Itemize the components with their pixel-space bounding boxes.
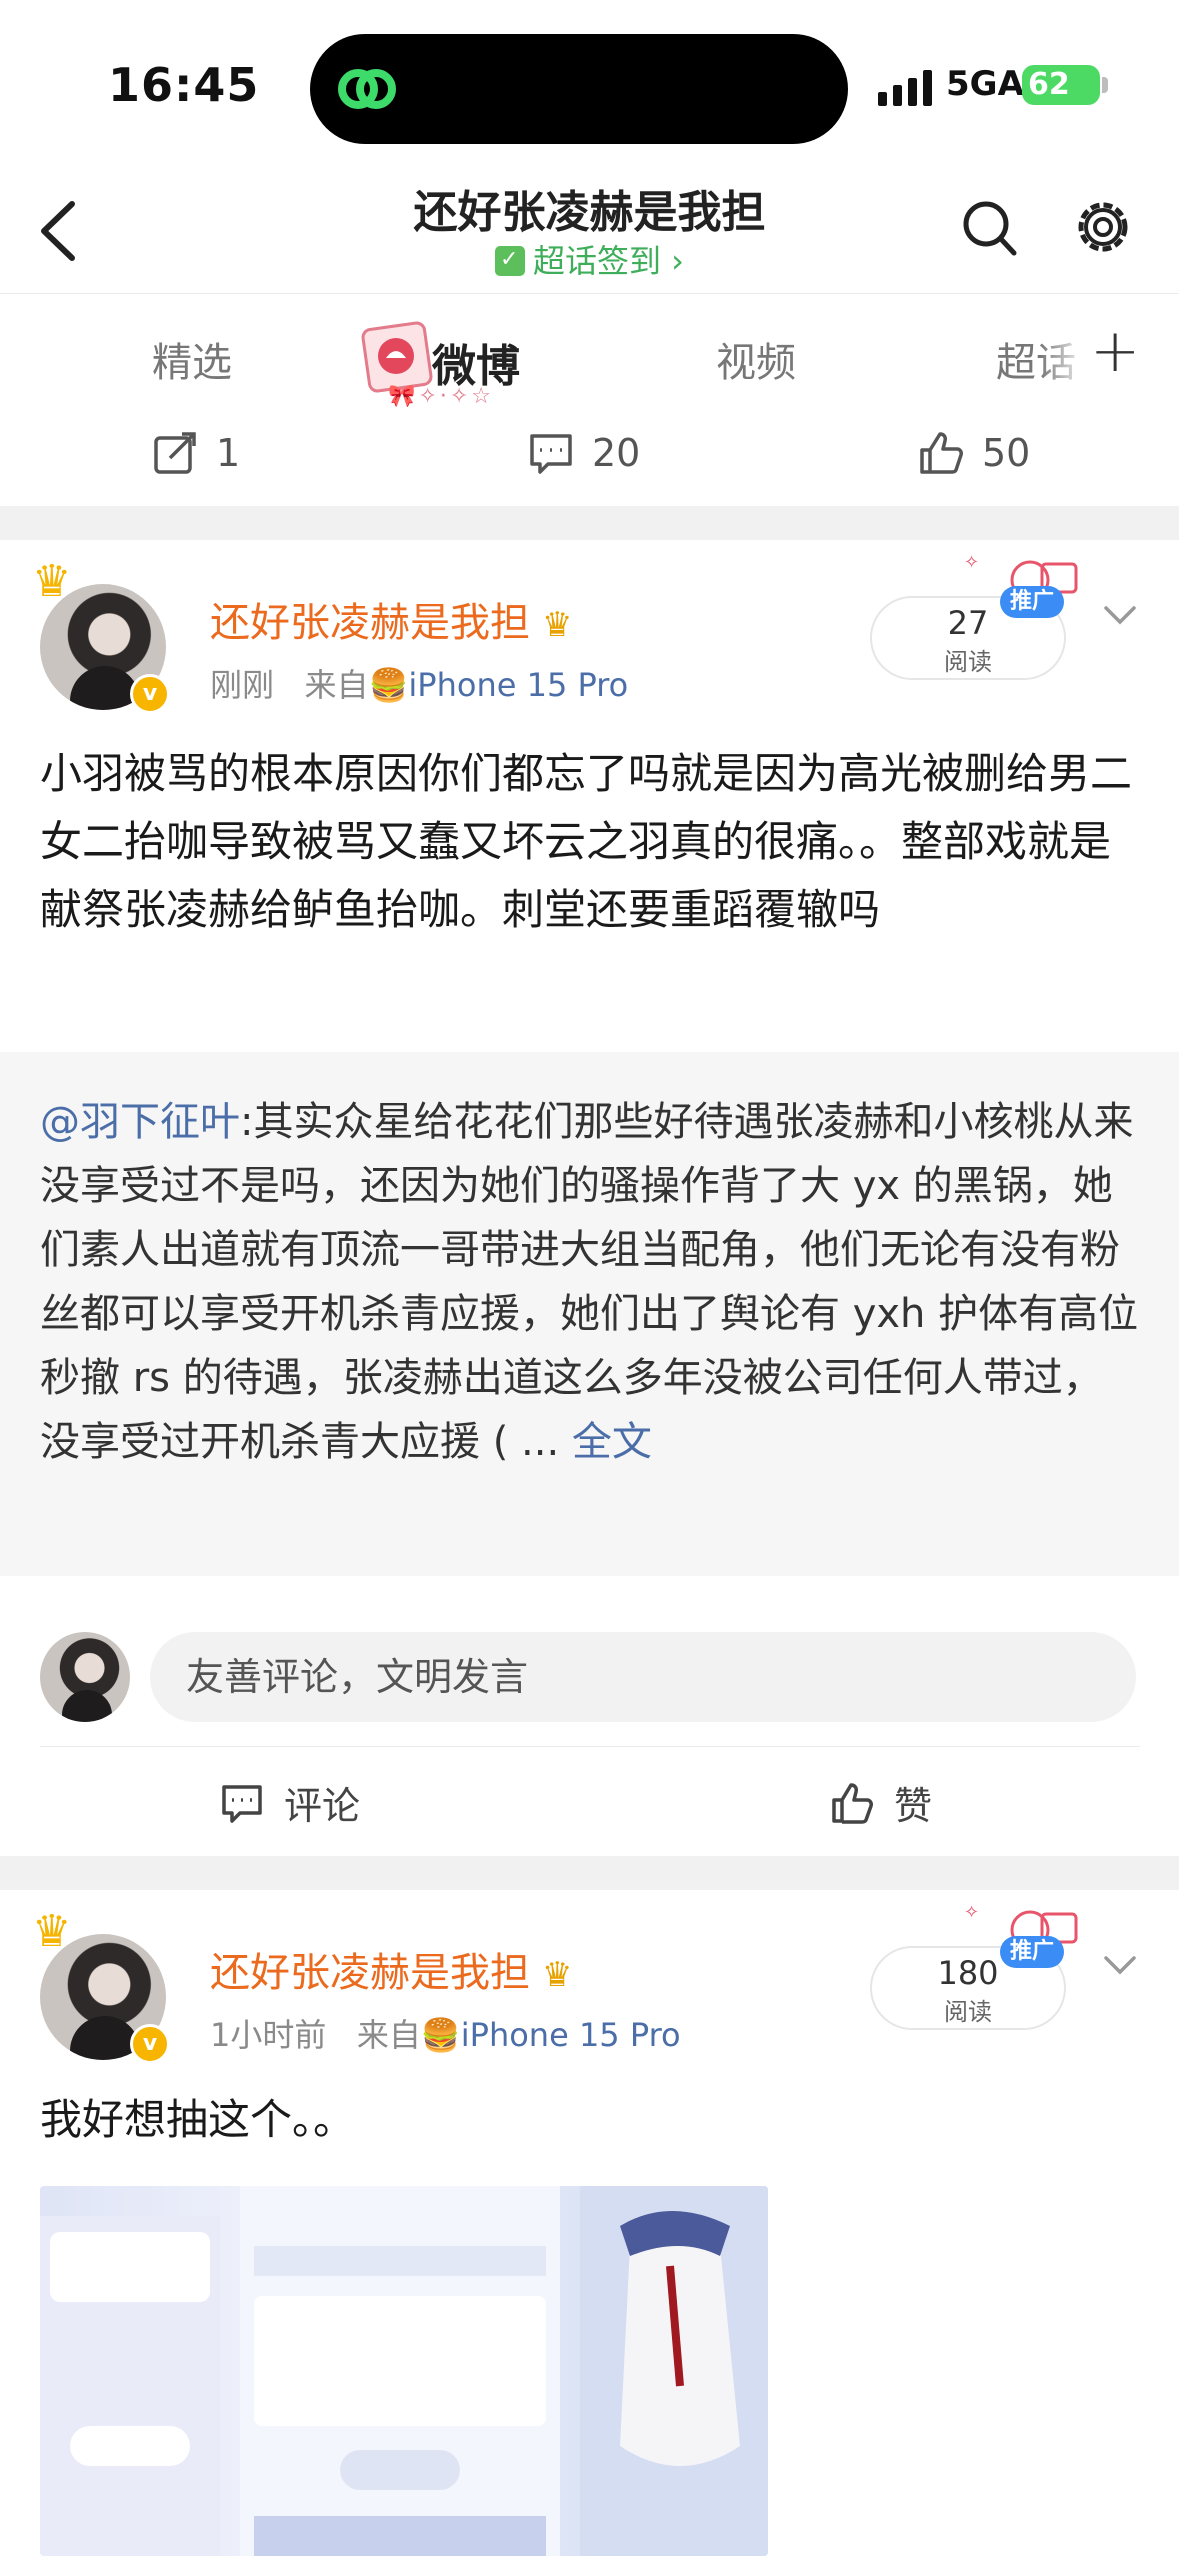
comment-label: 评论 xyxy=(284,1784,361,1828)
tab-featured[interactable]: 精选 xyxy=(152,330,232,388)
post-bottom-actions: 评论 赞 xyxy=(40,1746,1140,1852)
comment-icon xyxy=(530,434,572,474)
section-divider xyxy=(0,506,1179,540)
post-card: ♛ v 还好张凌赫是我担 ♛ 1小时前 来自🍔iPhone 15 Pro ✧ 18… xyxy=(0,1890,1179,2556)
comment-icon xyxy=(222,1784,262,1823)
reposted-text: @羽下征叶:其实众星给花花们那些好待遇张凌赫和小核桃从来没享受过不是吗，还因为她… xyxy=(40,1090,1140,1474)
svg-text:✧: ✧ xyxy=(964,552,979,573)
like-label: 赞 xyxy=(894,1784,933,1828)
post-image-content xyxy=(40,2186,768,2556)
like-count: 50 xyxy=(982,431,1031,475)
verified-badge-icon: v xyxy=(130,674,170,714)
battery-tip xyxy=(1102,77,1108,93)
author-name[interactable]: 还好张凌赫是我担 ♛ xyxy=(210,1940,572,1998)
top-nav-bar: 还好张凌赫是我担 超话签到 › xyxy=(0,170,1179,294)
read-label: 阅读 xyxy=(944,1998,992,2026)
crown-medal-icon: ♛ xyxy=(542,1955,573,1995)
burger-icon: 🍔 xyxy=(420,2016,461,2054)
battery-level: 62 xyxy=(1028,67,1070,102)
author-name[interactable]: 还好张凌赫是我担 ♛ xyxy=(210,590,572,648)
device-name: iPhone 15 Pro xyxy=(460,2016,681,2054)
quick-comment-row: 友善评论，文明发言 xyxy=(0,1614,1179,1734)
dynamic-island xyxy=(310,34,848,144)
mention-link[interactable]: @羽下征叶 xyxy=(40,1099,240,1145)
sparkle-decoration-icon: 🎀✧·✧☆ xyxy=(388,384,494,409)
calendar-check-icon xyxy=(495,246,525,276)
add-tab-icon[interactable]: + xyxy=(1090,316,1140,386)
signal-icon xyxy=(878,70,932,106)
signin-label: 超话签到 › xyxy=(533,242,684,280)
my-avatar xyxy=(40,1632,130,1722)
repost-count: 1 xyxy=(216,431,241,475)
comment-input[interactable]: 友善评论，文明发言 xyxy=(150,1632,1136,1722)
prev-post-action-bar: 1 20 50 xyxy=(0,424,1179,504)
promo-badge[interactable]: 推广 xyxy=(1000,1936,1064,1968)
crown-icon: ♛ xyxy=(32,1906,72,1957)
status-time: 16:45 xyxy=(108,58,260,112)
section-divider xyxy=(0,1856,1179,1890)
like-button[interactable]: 50 xyxy=(918,430,1030,476)
tab-bar: 精选 微博 🎀✧·✧☆ 视频 超话 + xyxy=(0,294,1179,424)
chevron-down-icon[interactable] xyxy=(1100,600,1140,630)
post-meta: 1小时前 来自🍔iPhone 15 Pro xyxy=(210,2010,681,2056)
read-full-link[interactable]: 全文 xyxy=(572,1419,652,1465)
author-name-text: 还好张凌赫是我担 xyxy=(210,600,530,646)
battery-icon: 62 xyxy=(1022,65,1100,105)
like-button[interactable]: 赞 xyxy=(830,1775,932,1830)
post-time: 刚刚 xyxy=(210,666,275,704)
thumbs-up-icon xyxy=(832,1782,873,1824)
comment-button[interactable]: 评论 xyxy=(220,1775,360,1830)
post-text[interactable]: 小羽被骂的根本原因你们都忘了吗就是因为高光被删给男二女二抬咖导致被骂又蠢又坏云之… xyxy=(40,740,1140,944)
repost-icon xyxy=(154,432,196,474)
author-avatar[interactable]: ♛ v xyxy=(32,556,170,714)
device-name: iPhone 15 Pro xyxy=(408,666,629,704)
post-meta: 刚刚 来自🍔iPhone 15 Pro xyxy=(210,660,628,706)
verified-badge-icon: v xyxy=(130,2024,170,2064)
repost-button[interactable]: 1 xyxy=(152,430,240,476)
svg-text:✧: ✧ xyxy=(964,1902,979,1923)
burger-icon: 🍔 xyxy=(368,666,409,704)
source-label: 来自 xyxy=(304,666,369,704)
tab-video[interactable]: 视频 xyxy=(716,330,796,388)
author-name-text: 还好张凌赫是我担 xyxy=(210,1950,530,1996)
search-icon[interactable] xyxy=(960,196,1020,260)
link-app-icon xyxy=(338,69,396,109)
promo-badge[interactable]: 推广 xyxy=(1000,586,1064,618)
comment-count: 20 xyxy=(592,431,641,475)
post-time: 1小时前 xyxy=(210,2016,327,2054)
gear-icon[interactable] xyxy=(1072,196,1134,258)
author-avatar[interactable]: ♛ v xyxy=(32,1906,170,2064)
reposted-content[interactable]: @羽下征叶:其实众星给花花们那些好待遇张凌赫和小核桃从来没享受过不是吗，还因为她… xyxy=(0,1052,1179,1576)
crown-icon: ♛ xyxy=(32,556,72,607)
thumbs-up-icon xyxy=(920,432,963,474)
post-text[interactable]: 我好想抽这个。。 xyxy=(40,2086,1140,2154)
read-label: 阅读 xyxy=(944,648,992,676)
reposted-body: :其实众星给花花们那些好待遇张凌赫和小核桃从来没享受过不是吗，还因为她们的骚操作… xyxy=(40,1099,1139,1465)
crown-medal-icon: ♛ xyxy=(542,605,573,645)
source-label: 来自 xyxy=(356,2016,421,2054)
comment-button[interactable]: 20 xyxy=(528,430,640,476)
chevron-down-icon[interactable] xyxy=(1100,1950,1140,1980)
network-type: 5GA xyxy=(946,64,1024,104)
post-card: ♛ v 还好张凌赫是我担 ♛ 刚刚 来自🍔iPhone 15 Pro ✧ 27 阅… xyxy=(0,540,1179,1856)
status-bar: 16:45 5GA 62 xyxy=(0,0,1179,170)
post-image[interactable] xyxy=(40,2186,768,2556)
